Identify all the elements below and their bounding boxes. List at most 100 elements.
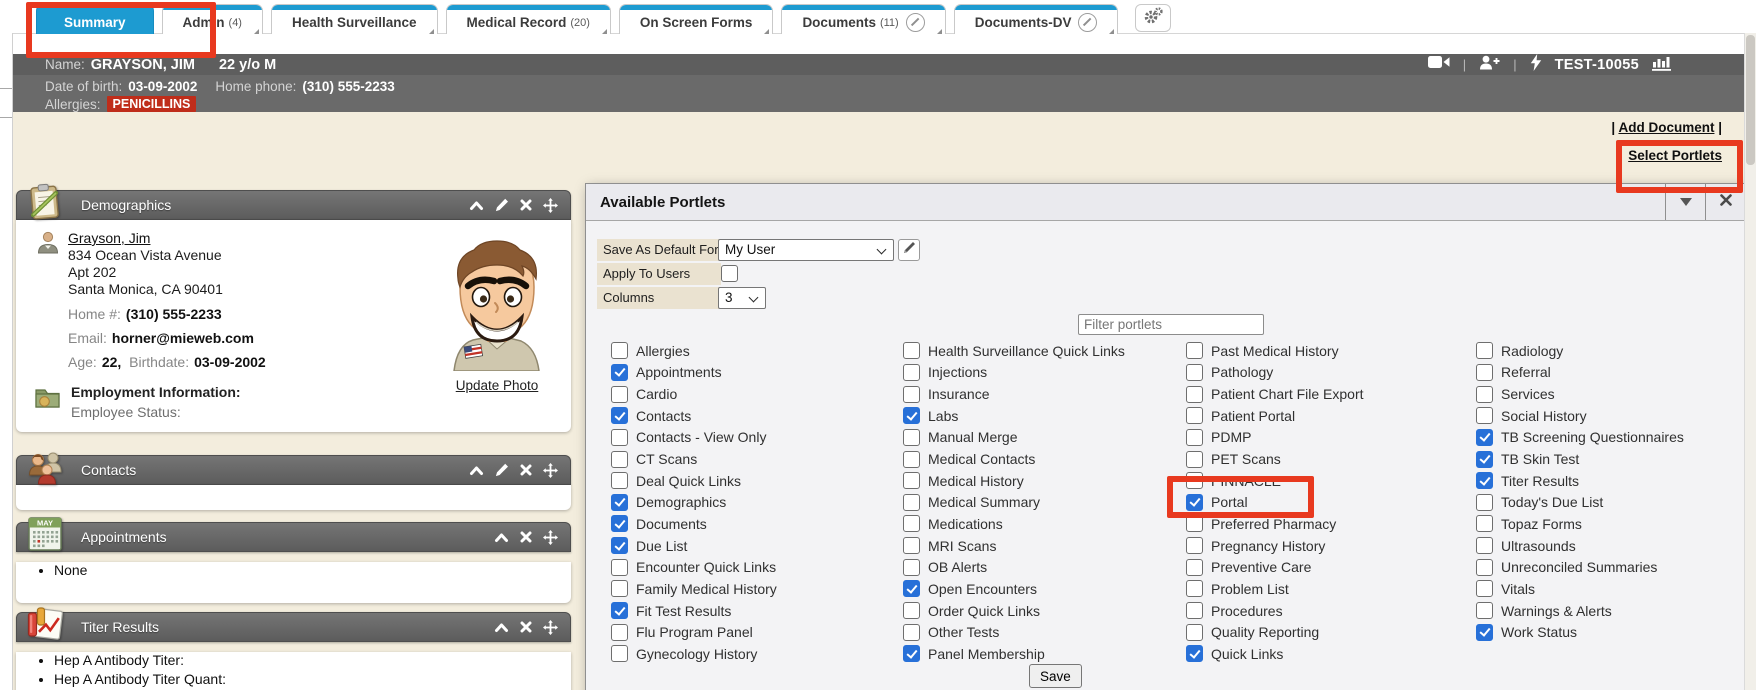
contacts-view-only-checkbox[interactable] bbox=[611, 429, 628, 446]
lightning-icon[interactable] bbox=[1530, 54, 1542, 76]
add-person-icon[interactable] bbox=[1479, 55, 1500, 75]
injections-checkbox[interactable] bbox=[903, 364, 920, 381]
labs-checkbox[interactable] bbox=[903, 407, 920, 424]
work-status-checkbox[interactable] bbox=[1476, 624, 1493, 641]
quick-links-checkbox[interactable] bbox=[1186, 645, 1203, 662]
close-x-icon[interactable] bbox=[520, 531, 532, 543]
contacts-checkbox[interactable] bbox=[611, 407, 628, 424]
tb-skin-test-checkbox[interactable] bbox=[1476, 451, 1493, 468]
allergy-badge[interactable]: PENICILLINS bbox=[107, 96, 197, 112]
panel-membership-checkbox[interactable] bbox=[903, 645, 920, 662]
warnings-alerts-checkbox[interactable] bbox=[1476, 602, 1493, 619]
gynecology-history-checkbox[interactable] bbox=[611, 645, 628, 662]
patient-portal-checkbox[interactable] bbox=[1186, 407, 1203, 424]
deal-quick-links-checkbox[interactable] bbox=[611, 472, 628, 489]
topaz-forms-checkbox[interactable] bbox=[1476, 515, 1493, 532]
portal-checkbox[interactable] bbox=[1186, 494, 1203, 511]
close-x-icon[interactable] bbox=[520, 199, 532, 211]
manual-merge-checkbox[interactable] bbox=[903, 429, 920, 446]
close-x-icon[interactable] bbox=[520, 464, 532, 476]
add-document-link[interactable]: Add Document bbox=[1618, 120, 1714, 135]
dialog-minimize-button[interactable] bbox=[1665, 184, 1705, 220]
tab-health-surveillance[interactable]: Health Surveillance bbox=[271, 4, 438, 34]
collapse-chevron-icon[interactable] bbox=[469, 465, 484, 476]
move-handle-icon[interactable] bbox=[543, 530, 558, 545]
popout-icon[interactable] bbox=[906, 13, 925, 32]
edit-default-button[interactable] bbox=[898, 239, 920, 261]
pinnacle-checkbox[interactable] bbox=[1186, 472, 1203, 489]
move-handle-icon[interactable] bbox=[543, 620, 558, 635]
demographics-checkbox[interactable] bbox=[611, 494, 628, 511]
dialog-header[interactable]: Available Portlets bbox=[586, 184, 1745, 221]
portlet-header[interactable]: Demographics bbox=[16, 190, 571, 220]
documents-checkbox[interactable] bbox=[611, 515, 628, 532]
radiology-checkbox[interactable] bbox=[1476, 342, 1493, 359]
procedures-checkbox[interactable] bbox=[1186, 602, 1203, 619]
pet-scans-checkbox[interactable] bbox=[1186, 451, 1203, 468]
columns-select[interactable]: 3 bbox=[718, 287, 766, 309]
patient-chart-file-export-checkbox[interactable] bbox=[1186, 386, 1203, 403]
medical-summary-checkbox[interactable] bbox=[903, 494, 920, 511]
move-handle-icon[interactable] bbox=[543, 198, 558, 213]
medical-contacts-checkbox[interactable] bbox=[903, 451, 920, 468]
cardio-checkbox[interactable] bbox=[611, 386, 628, 403]
tab-settings-button[interactable] bbox=[1135, 4, 1171, 32]
tab-on-screen-forms[interactable]: On Screen Forms bbox=[619, 4, 774, 34]
video-camera-icon[interactable] bbox=[1428, 55, 1450, 74]
pdmp-checkbox[interactable] bbox=[1186, 429, 1203, 446]
tb-screening-questionnaires-checkbox[interactable] bbox=[1476, 429, 1493, 446]
referral-checkbox[interactable] bbox=[1476, 364, 1493, 381]
apply-to-users-checkbox[interactable] bbox=[721, 265, 738, 282]
medications-checkbox[interactable] bbox=[903, 515, 920, 532]
filter-portlets-input[interactable] bbox=[1078, 314, 1264, 335]
past-medical-history-checkbox[interactable] bbox=[1186, 342, 1203, 359]
tab-summary[interactable]: Summary bbox=[36, 4, 154, 34]
other-tests-checkbox[interactable] bbox=[903, 624, 920, 641]
quality-reporting-checkbox[interactable] bbox=[1186, 624, 1203, 641]
today-s-due-list-checkbox[interactable] bbox=[1476, 494, 1493, 511]
pregnancy-history-checkbox[interactable] bbox=[1186, 537, 1203, 554]
pathology-checkbox[interactable] bbox=[1186, 364, 1203, 381]
flu-program-panel-checkbox[interactable] bbox=[611, 624, 628, 641]
services-checkbox[interactable] bbox=[1476, 386, 1493, 403]
titer-results-checkbox[interactable] bbox=[1476, 472, 1493, 489]
tab-admin[interactable]: Admin(4) bbox=[162, 4, 263, 34]
allergies-checkbox[interactable] bbox=[611, 342, 628, 359]
collapse-chevron-icon[interactable] bbox=[469, 200, 484, 211]
edit-pencil-icon[interactable] bbox=[495, 198, 509, 212]
page-scrollbar[interactable] bbox=[1744, 33, 1756, 690]
dialog-close-button[interactable] bbox=[1705, 184, 1745, 220]
save-as-default-select[interactable]: My User bbox=[718, 239, 894, 261]
edit-pencil-icon[interactable] bbox=[495, 463, 509, 477]
mri-scans-checkbox[interactable] bbox=[903, 537, 920, 554]
open-encounters-checkbox[interactable] bbox=[903, 580, 920, 597]
collapse-chevron-icon[interactable] bbox=[494, 532, 509, 543]
close-x-icon[interactable] bbox=[520, 621, 532, 633]
appointments-checkbox[interactable] bbox=[611, 364, 628, 381]
portlet-header[interactable]: Titer Results bbox=[16, 612, 571, 642]
health-surveillance-quick-links-checkbox[interactable] bbox=[903, 342, 920, 359]
ct-scans-checkbox[interactable] bbox=[611, 451, 628, 468]
popout-icon[interactable] bbox=[1078, 13, 1097, 32]
tab-documents-dv[interactable]: Documents-DV bbox=[954, 4, 1119, 34]
order-quick-links-checkbox[interactable] bbox=[903, 602, 920, 619]
family-medical-history-checkbox[interactable] bbox=[611, 580, 628, 597]
insurance-checkbox[interactable] bbox=[903, 386, 920, 403]
fit-test-results-checkbox[interactable] bbox=[611, 602, 628, 619]
collapse-chevron-icon[interactable] bbox=[494, 622, 509, 633]
ultrasounds-checkbox[interactable] bbox=[1476, 537, 1493, 554]
save-button[interactable]: Save bbox=[1029, 664, 1082, 688]
vitals-checkbox[interactable] bbox=[1476, 580, 1493, 597]
scrollbar-thumb[interactable] bbox=[1746, 35, 1755, 165]
portlet-header[interactable]: MAY Appointments bbox=[16, 522, 571, 552]
update-photo-link[interactable]: Update Photo bbox=[456, 378, 539, 393]
due-list-checkbox[interactable] bbox=[611, 537, 628, 554]
tab-medical-record[interactable]: Medical Record(20) bbox=[446, 4, 611, 34]
bar-chart-icon[interactable] bbox=[1652, 54, 1672, 76]
medical-history-checkbox[interactable] bbox=[903, 472, 920, 489]
portlet-header[interactable]: Contacts bbox=[16, 455, 571, 485]
tab-documents[interactable]: Documents(11) bbox=[781, 4, 945, 34]
problem-list-checkbox[interactable] bbox=[1186, 580, 1203, 597]
preventive-care-checkbox[interactable] bbox=[1186, 559, 1203, 576]
move-handle-icon[interactable] bbox=[543, 463, 558, 478]
